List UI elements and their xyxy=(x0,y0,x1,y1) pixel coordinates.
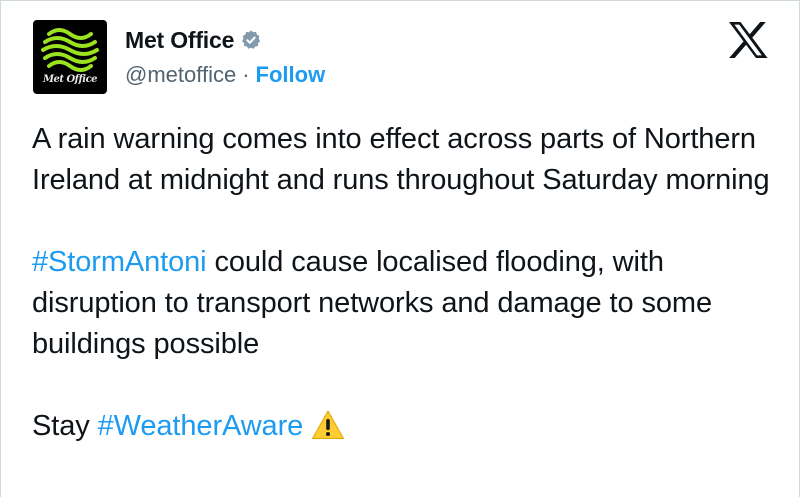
handle[interactable]: @metoffice xyxy=(125,62,236,88)
display-name[interactable]: Met Office xyxy=(125,27,234,54)
met-office-logo xyxy=(41,28,99,72)
warning-icon xyxy=(312,410,345,439)
post-paragraph-2: #StormAntoni could cause localised flood… xyxy=(32,242,772,365)
separator-dot: · xyxy=(242,62,250,87)
post-header: Met Office Met Office @metoffice · Follo… xyxy=(33,17,325,97)
hashtag-storm-antoni[interactable]: #StormAntoni xyxy=(32,246,207,278)
hashtag-weather-aware[interactable]: #WeatherAware xyxy=(98,410,304,442)
post-paragraph-1: A rain warning comes into effect across … xyxy=(32,123,770,196)
embedded-post-card: Met Office Met Office @metoffice · Follo… xyxy=(0,0,800,497)
avatar[interactable]: Met Office xyxy=(33,20,107,94)
verified-badge-icon xyxy=(242,30,261,49)
name-row: Met Office xyxy=(125,24,325,56)
post-paragraph-3-prefix: Stay xyxy=(32,410,98,442)
avatar-brand-text: Met Office xyxy=(42,74,98,85)
handle-row: @metoffice · Follow xyxy=(125,60,325,90)
author-info: Met Office @metoffice · Follow xyxy=(125,20,325,94)
post-paragraph-3: Stay #WeatherAware xyxy=(32,406,772,447)
follow-button[interactable]: Follow xyxy=(256,62,326,88)
post-body: A rain warning comes into effect across … xyxy=(32,119,772,447)
x-logo-icon[interactable] xyxy=(727,21,769,59)
